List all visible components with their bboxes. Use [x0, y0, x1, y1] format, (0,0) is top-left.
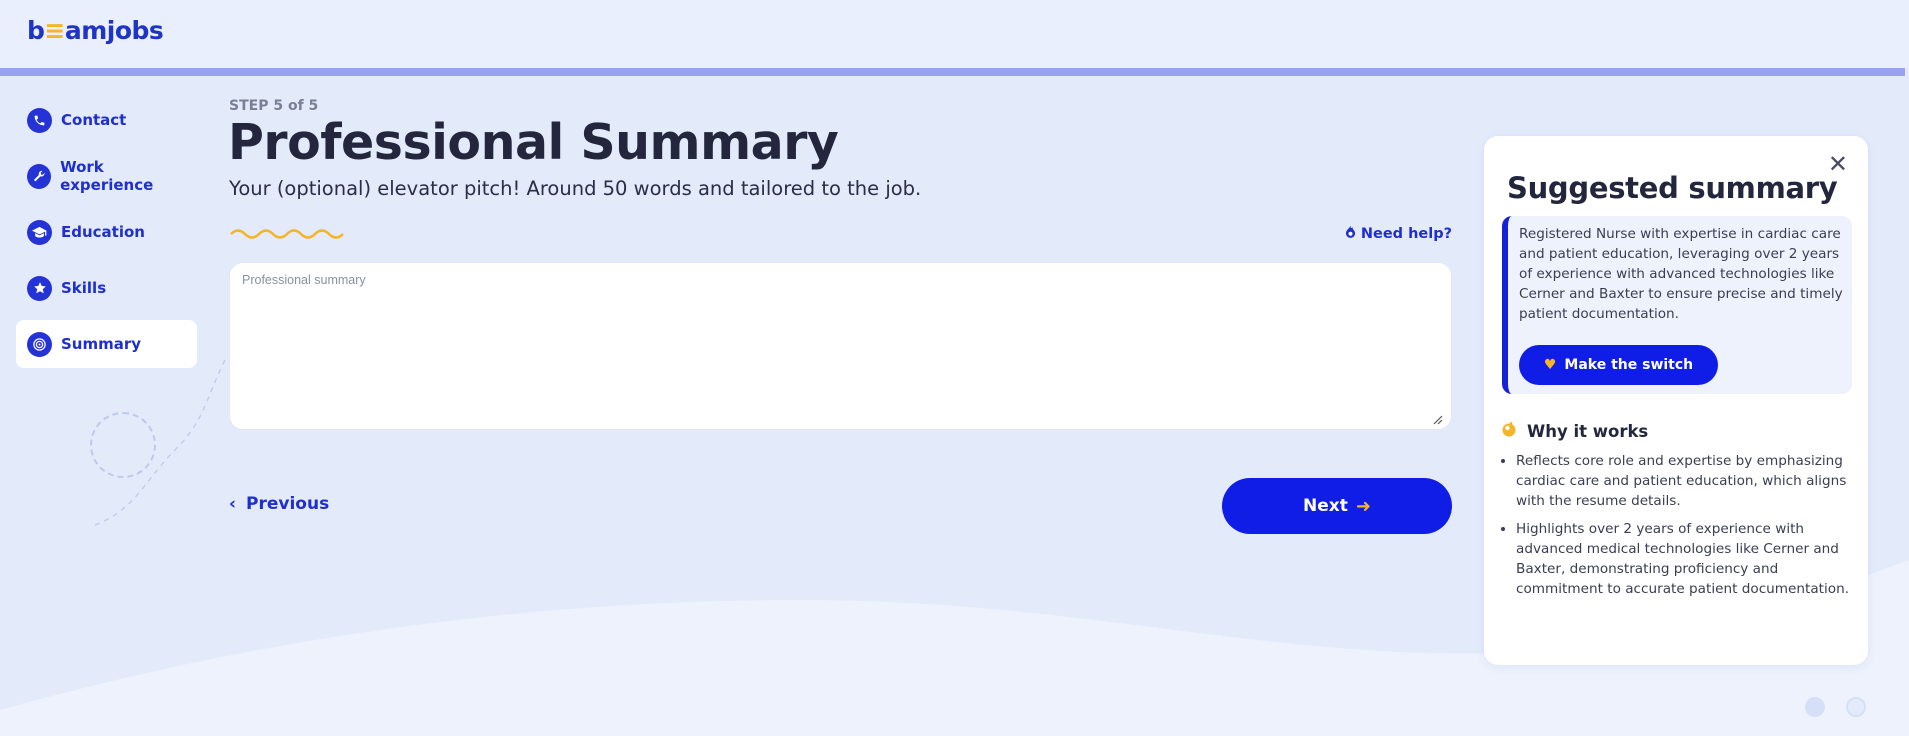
panel-title: Suggested summary	[1507, 171, 1838, 205]
suggestion-text: Registered Nurse with expertise in cardi…	[1519, 226, 1843, 322]
need-help-label: Need help?	[1360, 225, 1452, 242]
sidebar-item-label: Contact	[61, 111, 127, 129]
why-it-works-list: Reflects core role and expertise by emph…	[1516, 451, 1856, 607]
summary-placeholder: Professional summary	[242, 273, 366, 287]
professional-summary-textarea[interactable]: Professional summary	[229, 262, 1452, 430]
progress-fill	[0, 68, 1905, 76]
previous-label: Previous	[246, 494, 330, 514]
graduation-cap-icon	[27, 219, 52, 245]
ok-hand-icon	[1501, 420, 1517, 442]
list-item: Reflects core role and expertise by emph…	[1516, 451, 1856, 511]
why-it-works-label: Why it works	[1527, 421, 1649, 441]
star-icon	[27, 275, 52, 301]
previous-button[interactable]: ‹ Previous	[229, 494, 329, 514]
sidebar-item-label: Education	[61, 223, 145, 241]
suggestion-card: Registered Nurse with expertise in cardi…	[1502, 216, 1852, 394]
sidebar-item-work-experience[interactable]: Work experience	[16, 152, 197, 200]
phone-icon	[27, 107, 52, 133]
arrow-right-icon: ➜	[1355, 495, 1371, 517]
resize-handle-icon[interactable]	[1431, 413, 1443, 425]
need-help-link[interactable]: Need help?	[1345, 225, 1452, 242]
page-title: Professional Summary	[228, 114, 839, 171]
carousel-dot[interactable]	[1846, 697, 1866, 717]
next-button[interactable]: Next ➜	[1222, 478, 1452, 534]
sidebar-item-label: Work experience	[60, 158, 154, 194]
sidebar-item-skills[interactable]: Skills	[16, 264, 197, 312]
sidebar-nav: Contact Work experience Education Skills…	[16, 96, 197, 376]
sidebar-item-summary[interactable]: Summary	[16, 320, 197, 368]
heart-icon: ♥	[1543, 357, 1557, 373]
flame-icon	[1345, 225, 1356, 242]
beamjobs-logo[interactable]: b≡amjobs	[27, 16, 164, 45]
make-the-switch-button[interactable]: ♥ Make the switch	[1519, 345, 1718, 385]
next-label: Next	[1303, 496, 1348, 516]
list-item: Highlights over 2 years of experience wi…	[1516, 519, 1856, 599]
chevron-left-icon: ‹	[229, 494, 237, 514]
progress-track	[0, 68, 1905, 76]
top-bar: b≡amjobs	[0, 0, 1909, 68]
sidebar-item-label: Summary	[61, 335, 142, 353]
sidebar-item-contact[interactable]: Contact	[16, 96, 197, 144]
squiggle-decoration	[230, 229, 344, 239]
why-it-works-heading: Why it works	[1501, 420, 1648, 442]
page-subtitle: Your (optional) elevator pitch! Around 5…	[229, 177, 922, 200]
carousel-dot[interactable]	[1805, 697, 1825, 717]
sidebar-item-education[interactable]: Education	[16, 208, 197, 256]
suggestion-panel: ✕ Suggested summary Registered Nurse wit…	[1484, 136, 1868, 665]
step-indicator: STEP 5 of 5	[229, 98, 319, 114]
wrench-icon	[27, 163, 52, 189]
sidebar-item-label: Skills	[61, 279, 107, 297]
target-icon	[27, 331, 52, 357]
make-the-switch-label: Make the switch	[1564, 357, 1694, 373]
decorative-circle	[90, 412, 156, 478]
